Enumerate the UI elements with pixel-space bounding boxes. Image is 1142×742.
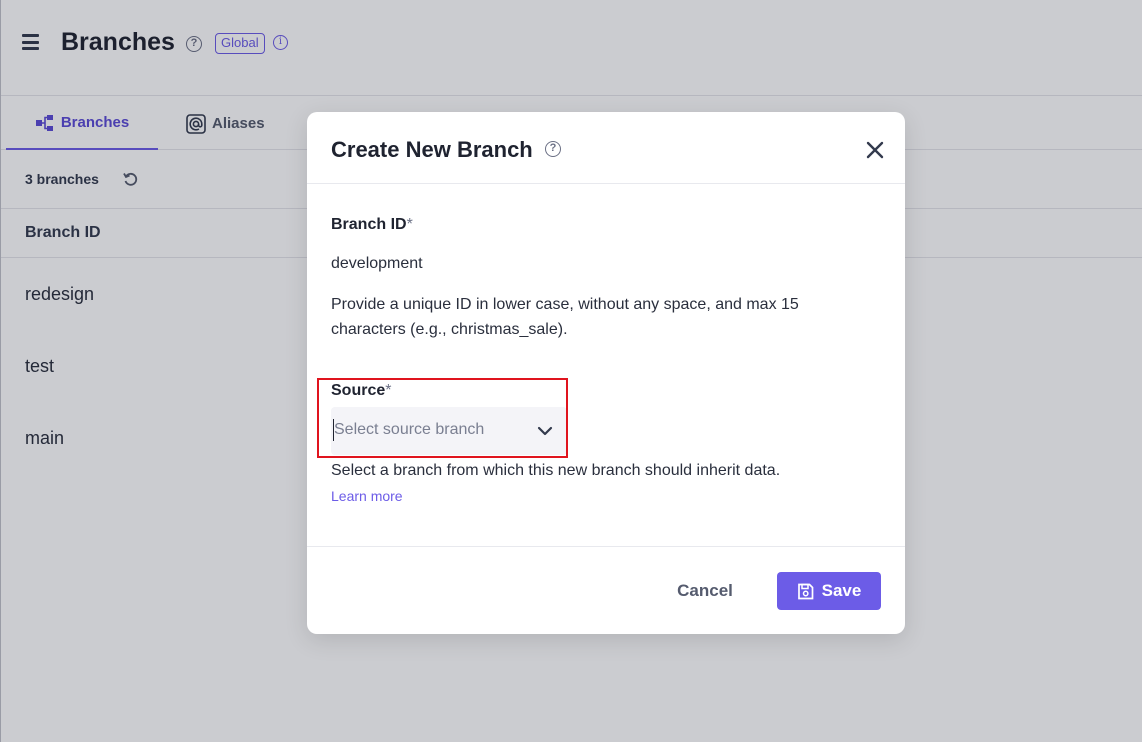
learn-more-link[interactable]: Learn more [331, 488, 403, 504]
label-text: Branch ID [331, 216, 407, 233]
source-label: Source* [331, 382, 391, 400]
branch-id-input[interactable]: development [331, 255, 423, 273]
label-text: Source [331, 382, 386, 399]
create-branch-dialog: Create New Branch ? Branch ID* developme… [307, 112, 905, 634]
branch-id-helper: Provide a unique ID in lower case, witho… [331, 296, 799, 338]
chevron-down-icon[interactable] [537, 424, 553, 438]
dialog-help-icon[interactable]: ? [545, 141, 561, 157]
dialog-footer: Cancel Save [307, 546, 905, 634]
source-branch-select[interactable]: Select source branch [331, 407, 567, 455]
required-marker: * [406, 216, 413, 233]
cancel-button[interactable]: Cancel [663, 572, 747, 610]
dialog-title: Create New Branch [331, 137, 533, 162]
save-icon [797, 583, 813, 599]
branch-id-label: Branch ID* [331, 216, 413, 234]
source-placeholder: Select source branch [334, 421, 485, 438]
source-helper: Select a branch from which this new bran… [331, 462, 781, 479]
left-border [0, 0, 1, 742]
close-icon[interactable] [863, 138, 887, 162]
save-label: Save [821, 581, 862, 600]
dialog-header: Create New Branch ? [307, 112, 905, 184]
required-marker: * [385, 382, 392, 399]
save-button[interactable]: Save [777, 572, 881, 610]
